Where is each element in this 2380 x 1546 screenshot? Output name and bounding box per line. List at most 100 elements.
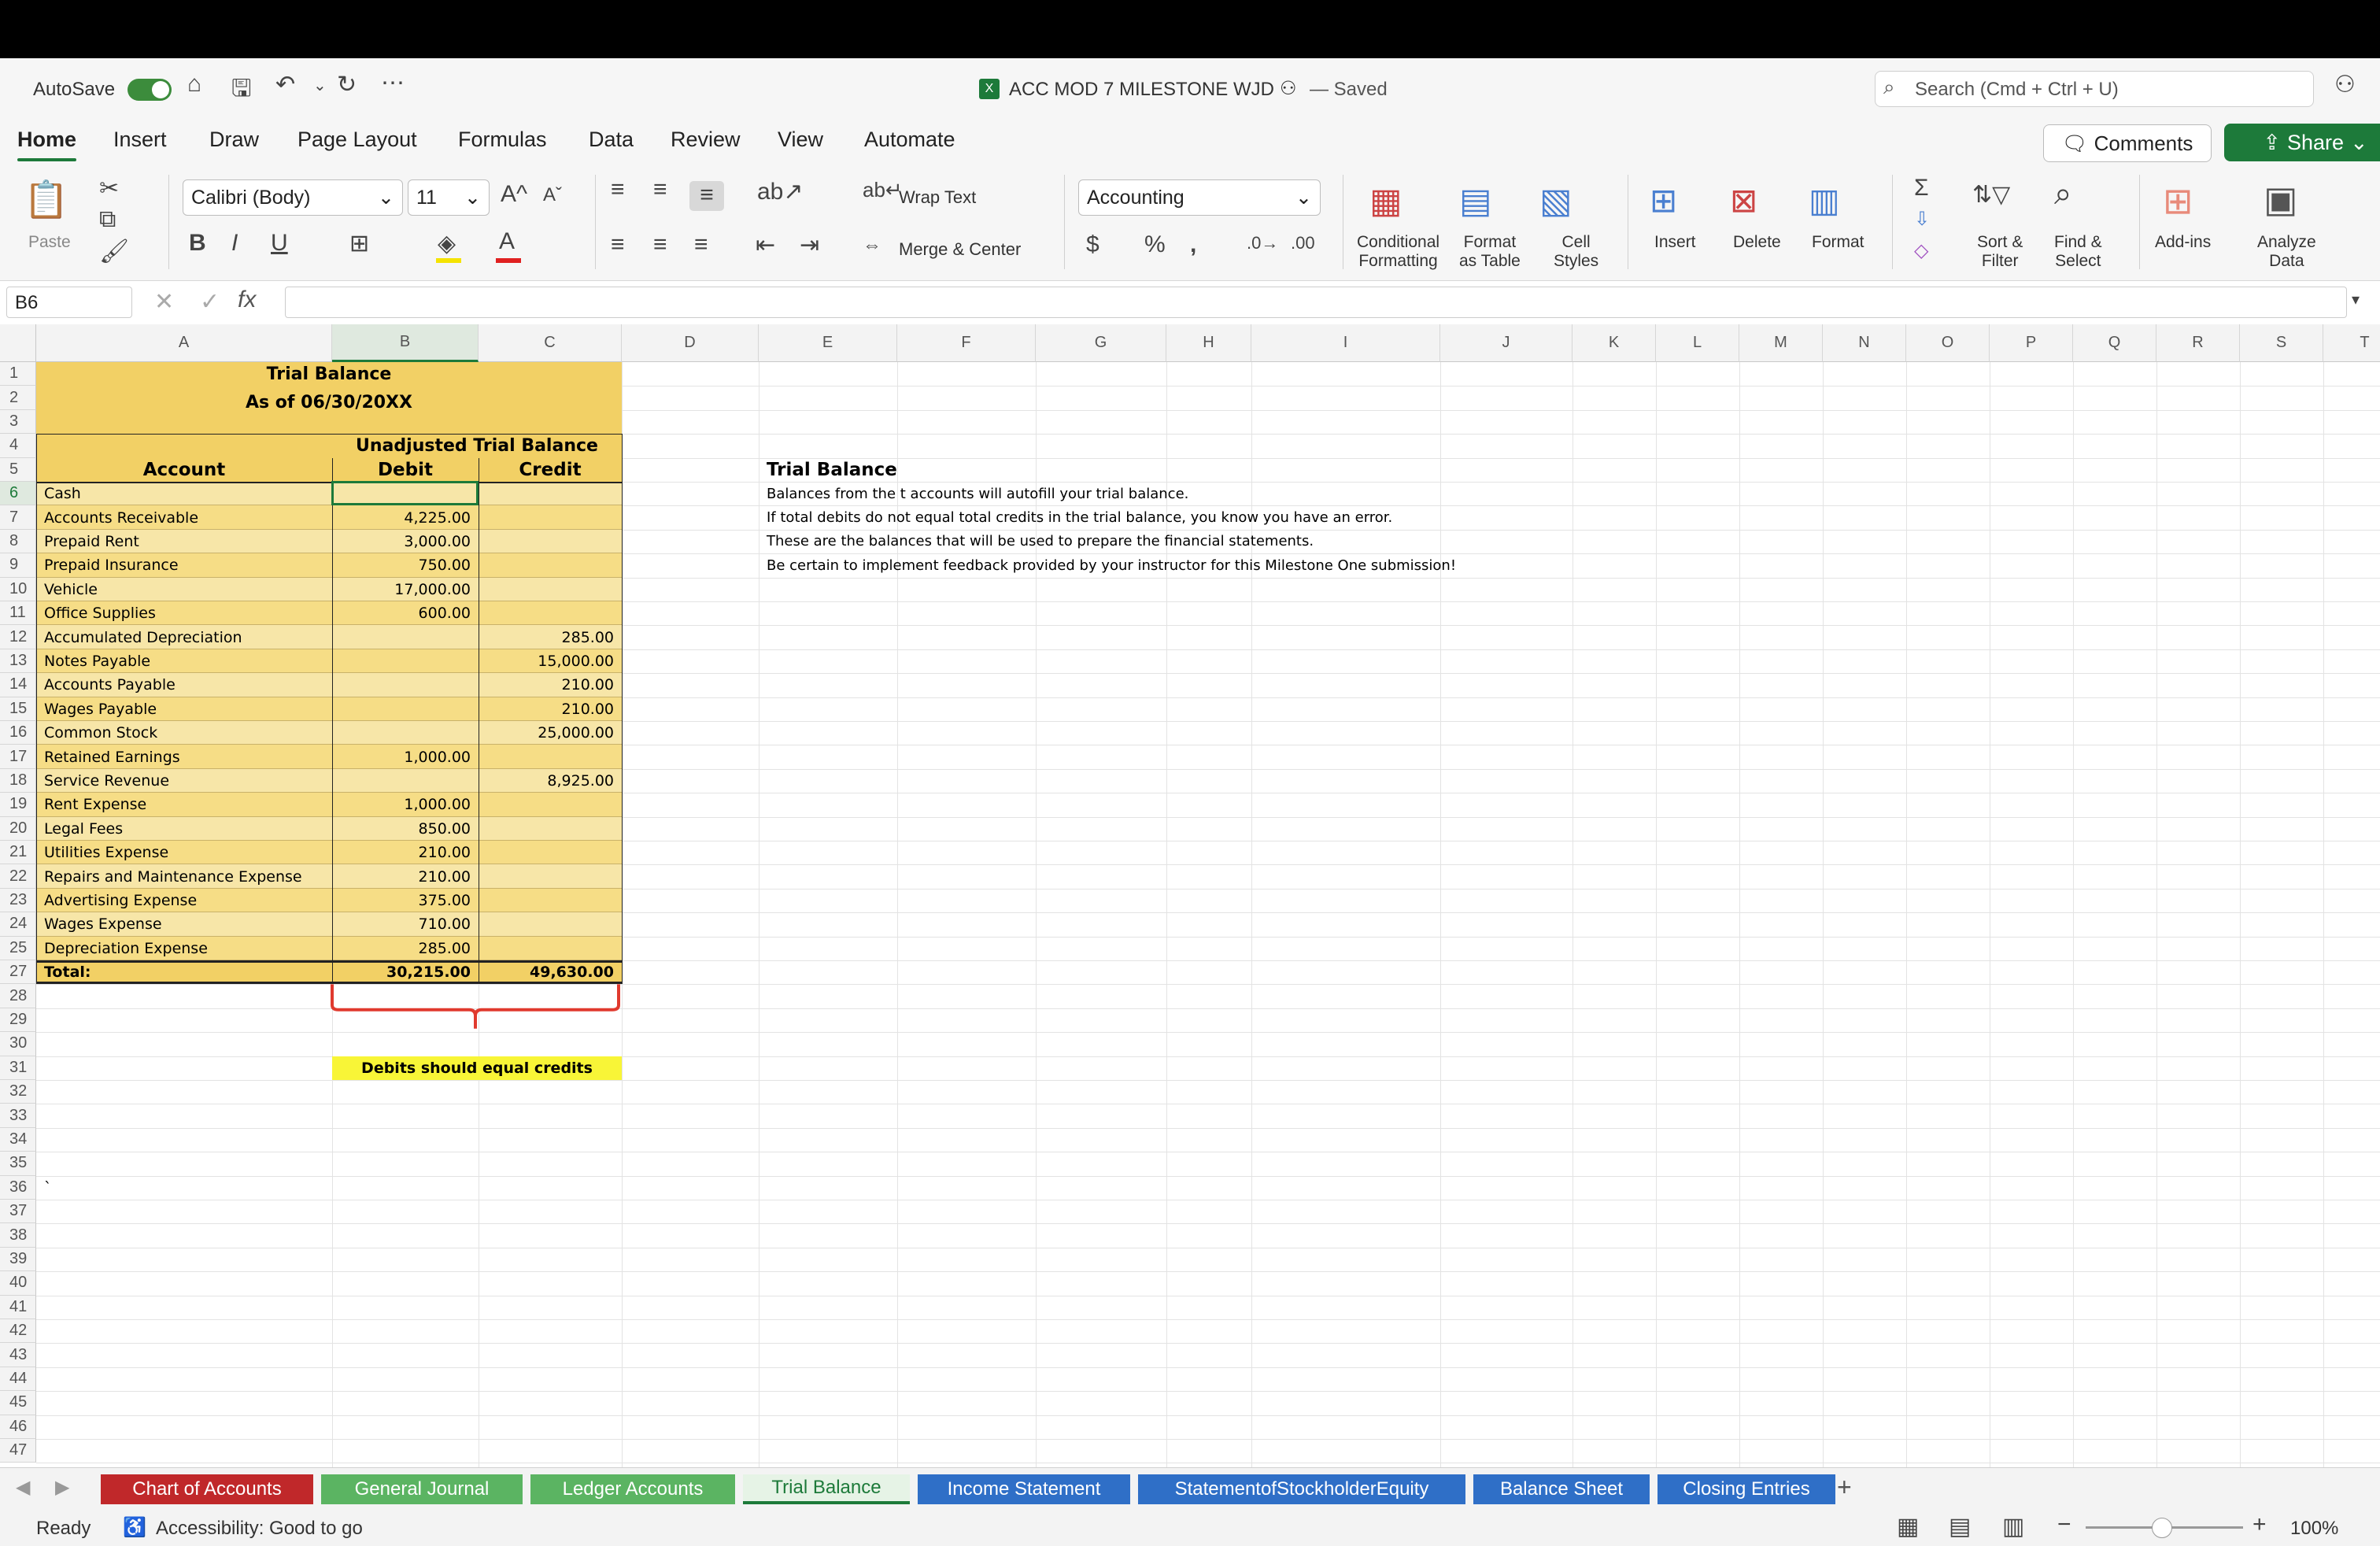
expand-formula-icon[interactable]: ▾ bbox=[2352, 290, 2360, 309]
instruction-line[interactable]: Be certain to implement feedback provide… bbox=[759, 553, 1656, 577]
page-break-view-icon[interactable]: ▥ bbox=[2002, 1513, 2024, 1540]
format-cells-icon[interactable]: ▥ bbox=[1809, 181, 1840, 220]
formula-input[interactable] bbox=[285, 287, 2347, 318]
align-top-icon[interactable]: ≡ bbox=[611, 176, 625, 203]
tab-insert[interactable]: Insert bbox=[113, 128, 167, 152]
sheet-tab-closing-entries[interactable]: Closing Entries bbox=[1658, 1474, 1835, 1504]
font-color-icon[interactable]: A bbox=[499, 228, 515, 255]
comma-style-icon[interactable]: , bbox=[1190, 231, 1196, 258]
redo-icon[interactable]: ↻ bbox=[337, 71, 357, 98]
align-right-icon[interactable]: ≡ bbox=[694, 231, 708, 258]
search-box[interactable]: ⌕ Search (Cmd + Ctrl + U) bbox=[1875, 71, 2314, 107]
page-layout-view-icon[interactable]: ▤ bbox=[1949, 1513, 1971, 1540]
number-format-dropdown[interactable]: Accounting ⌄ bbox=[1078, 179, 1321, 216]
underline-icon[interactable]: U bbox=[271, 230, 288, 257]
name-box[interactable]: B6 bbox=[6, 287, 132, 318]
conditional-formatting-label[interactable]: Conditional Formatting bbox=[1357, 233, 1439, 271]
tab-view[interactable]: View bbox=[778, 128, 823, 152]
cell-a36[interactable]: ` bbox=[36, 1176, 332, 1200]
home-icon[interactable]: ⌂ bbox=[187, 71, 201, 98]
tab-automate[interactable]: Automate bbox=[864, 128, 955, 152]
merge-center-button[interactable]: Merge & Center bbox=[899, 239, 1021, 260]
sheet-tab-general-journal[interactable]: General Journal bbox=[321, 1474, 523, 1504]
tab-home[interactable]: Home bbox=[17, 128, 77, 161]
align-middle-icon[interactable]: ≡ bbox=[653, 176, 667, 203]
sheet-tab-chart-of-accounts[interactable]: Chart of Accounts bbox=[101, 1474, 313, 1504]
undo-dropdown-icon[interactable]: ⌄ bbox=[313, 76, 327, 95]
zoom-in-icon[interactable]: + bbox=[2252, 1511, 2267, 1538]
tab-formulas[interactable]: Formulas bbox=[458, 128, 547, 152]
clear-icon[interactable]: ◇ bbox=[1914, 239, 1928, 262]
spreadsheet-grid[interactable]: A B C D E F G H I J K L M N O P Q R S T 1 2 3 4 5 6 7 8 9 10 11 12 13 14 1… bbox=[0, 324, 2380, 1467]
enter-icon[interactable]: ✓ bbox=[200, 288, 220, 316]
save-status[interactable]: — Saved bbox=[1310, 79, 1388, 101]
scroll-left-icon[interactable]: ◀ bbox=[16, 1476, 30, 1499]
cut-icon[interactable]: ✂ bbox=[99, 175, 119, 202]
conditional-formatting-icon[interactable]: ▦ bbox=[1369, 181, 1402, 221]
bold-icon[interactable]: B bbox=[189, 230, 206, 257]
add-sheet-icon[interactable]: + bbox=[1837, 1473, 1852, 1502]
zoom-level[interactable]: 100% bbox=[2290, 1518, 2338, 1540]
sort-filter-label[interactable]: Sort & Filter bbox=[1977, 233, 2023, 271]
add-ins-icon[interactable]: ⊞ bbox=[2163, 179, 2193, 222]
decrease-font-size-icon[interactable]: Aˇ bbox=[543, 184, 562, 206]
italic-icon[interactable]: I bbox=[231, 230, 238, 257]
insert-function-icon[interactable]: fx bbox=[238, 287, 256, 313]
instruction-line[interactable]: If total debits do not equal total credi… bbox=[759, 505, 1656, 529]
currency-icon[interactable]: $ bbox=[1086, 231, 1099, 258]
increase-indent-icon[interactable]: ⇥ bbox=[800, 231, 819, 259]
increase-decimal-icon[interactable]: .0→ bbox=[1247, 233, 1278, 253]
delete-cells-icon[interactable]: ⊠ bbox=[1730, 181, 1757, 220]
undo-icon[interactable]: ↶ bbox=[275, 71, 295, 98]
format-cells-button[interactable]: Format bbox=[1812, 233, 1864, 252]
insert-cells-icon[interactable]: ⊞ bbox=[1650, 181, 1677, 220]
more-icon[interactable]: ⋯ bbox=[381, 69, 405, 97]
save-icon[interactable]: 🖫 bbox=[231, 71, 252, 111]
analyze-data-icon[interactable]: ▣ bbox=[2264, 178, 2297, 220]
autosave-toggle[interactable] bbox=[128, 79, 172, 101]
align-bottom-icon[interactable]: ≡ bbox=[689, 181, 724, 211]
decrease-decimal-icon[interactable]: .00 bbox=[1291, 233, 1315, 253]
fill-color-icon[interactable]: ◈ bbox=[438, 230, 456, 257]
cell-styles-icon[interactable]: ▧ bbox=[1539, 181, 1572, 221]
find-select-icon[interactable]: ⌕ bbox=[2054, 176, 2071, 212]
merge-center-icon[interactable]: ⇔ bbox=[863, 235, 881, 257]
analyze-data-label[interactable]: Analyze Data bbox=[2257, 233, 2316, 271]
cancel-icon[interactable]: ✕ bbox=[154, 288, 174, 316]
orientation-icon[interactable]: ab↗ bbox=[757, 178, 804, 205]
add-ins-button[interactable]: Add-ins bbox=[2155, 233, 2211, 252]
align-center-icon[interactable]: ≡ bbox=[653, 231, 667, 258]
fill-icon[interactable]: ⇩ bbox=[1914, 208, 1930, 231]
tab-page-layout[interactable]: Page Layout bbox=[298, 128, 417, 152]
accessibility-status[interactable]: Accessibility: Good to go bbox=[156, 1518, 363, 1540]
instruction-line[interactable]: These are the balances that will be used… bbox=[759, 530, 1656, 553]
tab-review[interactable]: Review bbox=[671, 128, 741, 152]
copy-icon[interactable]: ⧉ bbox=[99, 206, 116, 233]
sheet-tab-trial-balance[interactable]: Trial Balance bbox=[743, 1474, 910, 1504]
sheet-tab-statementofstockholderequity[interactable]: StatementofStockholderEquity bbox=[1138, 1474, 1465, 1504]
align-left-icon[interactable]: ≡ bbox=[611, 231, 625, 258]
increase-font-size-icon[interactable]: A^ bbox=[501, 181, 527, 208]
borders-icon[interactable]: ⊞ bbox=[349, 230, 369, 257]
debits-credits-note[interactable]: Debits should equal credits bbox=[332, 1056, 622, 1080]
search-input[interactable]: Search (Cmd + Ctrl + U) bbox=[1915, 79, 2119, 101]
document-title[interactable]: ACC MOD 7 MILESTONE WJD bbox=[1009, 79, 1274, 101]
font-size-dropdown[interactable]: 11 ⌄ bbox=[408, 179, 490, 216]
instruction-line[interactable]: Balances from the t accounts will autofi… bbox=[759, 482, 1656, 505]
tab-draw[interactable]: Draw bbox=[209, 128, 259, 152]
comments-button[interactable]: 🗨 Comments bbox=[2043, 124, 2212, 162]
sheet-tab-ledger-accounts[interactable]: Ledger Accounts bbox=[530, 1474, 735, 1504]
insert-cells-button[interactable]: Insert bbox=[1654, 233, 1696, 252]
people-icon[interactable]: ⚇ bbox=[2334, 71, 2356, 98]
wrap-text-button[interactable]: Wrap Text bbox=[899, 187, 976, 208]
format-painter-icon[interactable]: 🖌 bbox=[99, 238, 129, 265]
tab-data[interactable]: Data bbox=[589, 128, 634, 152]
instructions-title[interactable]: Trial Balance bbox=[759, 458, 1251, 482]
sort-filter-icon[interactable]: ⇅▽ bbox=[1972, 181, 2010, 209]
wrap-text-icon[interactable]: ab↵ bbox=[863, 178, 903, 202]
font-name-dropdown[interactable]: Calibri (Body) ⌄ bbox=[183, 179, 403, 216]
delete-cells-button[interactable]: Delete bbox=[1733, 233, 1781, 252]
share-button[interactable]: ⇪ Share ⌄ bbox=[2224, 124, 2380, 161]
zoom-slider-handle[interactable] bbox=[2152, 1518, 2172, 1538]
format-as-table-icon[interactable]: ▤ bbox=[1459, 181, 1492, 221]
